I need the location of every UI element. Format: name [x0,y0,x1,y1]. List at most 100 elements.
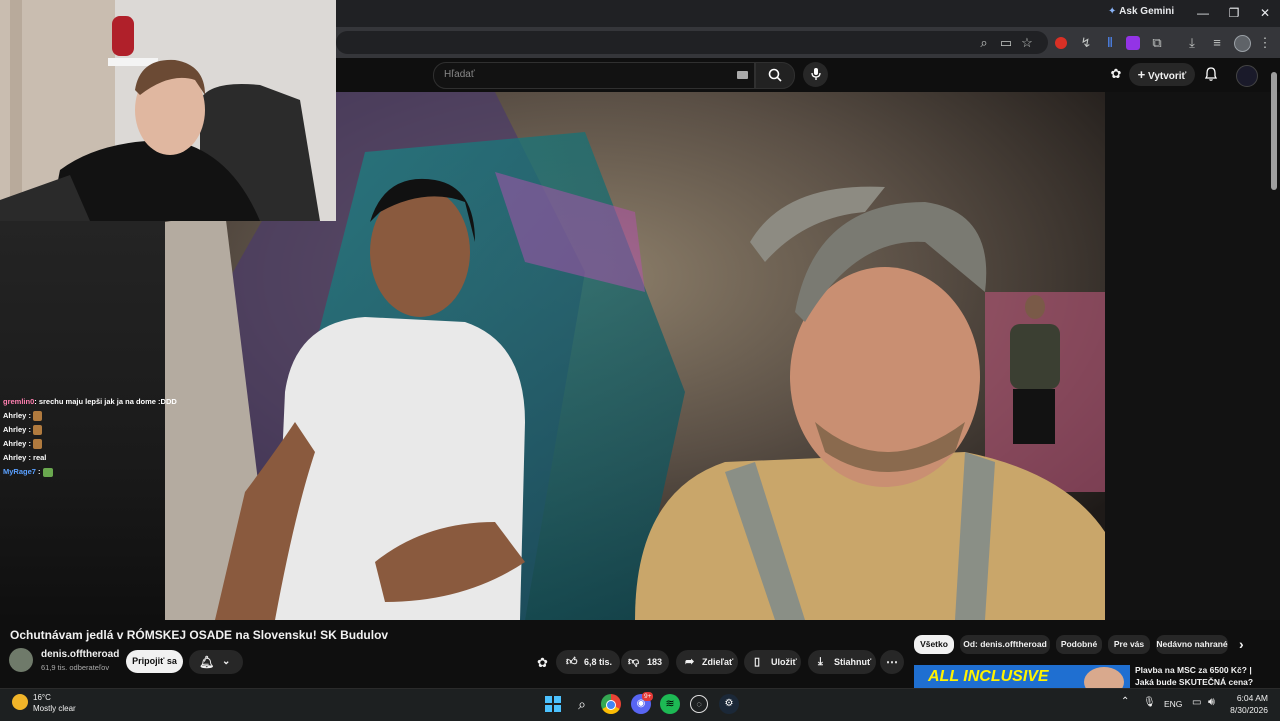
more-menu-icon[interactable]: ⋮ [1256,34,1274,52]
video-title: Ochutnávam jedlá v RÓMSKEJ OSADE na Slov… [10,628,389,642]
chat-text: : [38,467,41,476]
volume-icon[interactable]: 🔊︎ [1208,696,1215,709]
close-button[interactable]: ✕ [1252,4,1278,22]
plus-icon: + [1137,67,1146,82]
chip-for-you[interactable]: Pre vás [1108,635,1150,654]
network-icon[interactable]: ▭ [1192,697,1201,708]
save-button[interactable]: ▯ Uložiť [744,650,801,674]
voice-search-button[interactable] [803,62,828,87]
more-actions-button[interactable]: ⋯ [880,650,904,674]
subscriber-count: 61,9 tis. odberateľov [41,663,110,672]
chat-text: : [28,411,31,420]
chat-message: Ahrley : [3,411,43,422]
chat-username: Ahrley [3,425,27,434]
search-placeholder: Hľadať [444,69,475,80]
like-button[interactable]: 👍︎ 6,8 tis. [556,650,620,674]
chrome-icon[interactable] [601,694,621,714]
more-horizontal-icon: ⋯ [886,655,898,669]
download-button[interactable]: ⤓ Stiahnuť [808,650,876,674]
share-button[interactable]: ➦ Zdieľať [676,650,738,674]
minimize-button[interactable]: — [1190,4,1216,22]
extension-icon[interactable] [1055,37,1067,49]
chip-related[interactable]: Podobné [1056,635,1102,654]
thumbs-down-icon: 👎︎ [628,656,640,668]
chat-text: : [28,425,31,434]
search-button[interactable] [755,62,795,89]
thumbnail-face [1084,667,1124,688]
zoom-icon[interactable]: ⌕ [975,34,993,52]
profile-avatar[interactable] [1234,35,1251,52]
bookmark-star-icon[interactable]: ☆ [1018,34,1036,52]
chat-username: gremlin0 [3,397,35,406]
extension-icon[interactable]: ⦀ [1101,34,1119,52]
emote-icon [33,425,43,436]
microphone-icon[interactable]: 🎙︎ [1143,697,1156,708]
keyboard-icon[interactable] [737,71,748,79]
sidebar-empty-area [1105,92,1280,620]
bell-icon: 🔔︎ [199,655,215,669]
notification-badge: 9+ [642,692,654,701]
emote-icon [33,411,43,422]
download-icon: ⤓ [818,656,823,668]
chat-message: Ahrley : [3,425,43,436]
extension-icon[interactable]: ↯ [1077,34,1095,52]
studio-icon[interactable]: ✿ [1108,66,1124,82]
chip-recently-uploaded[interactable]: Nedávno nahrané [1156,635,1228,654]
weather-condition: Mostly clear [33,704,76,713]
channel-avatar[interactable] [9,648,33,672]
ask-gemini-button[interactable]: ✦ Ask Gemini [1108,6,1174,21]
clock-date[interactable]: 8/30/2026 [1220,705,1268,715]
chip-from-channel[interactable]: Od: denis.offtheroad [960,635,1050,654]
chat-message: gremlin0: srechu maju lepši jak ja na do… [3,397,177,406]
chat-message: Ahrley : real [3,453,46,462]
page-scrollbar[interactable] [1271,72,1277,190]
app-icon[interactable]: ◌ [690,695,708,713]
clock-time[interactable]: 6:04 AM [1226,693,1268,703]
share-icon: ➦ [685,656,695,668]
language-indicator[interactable]: ENG [1164,699,1182,709]
bookmark-icon: ▯ [754,656,761,668]
chat-text: : real [28,453,47,462]
spotify-icon[interactable]: ≋ [660,694,680,714]
maximize-button[interactable]: ❐ [1221,4,1247,22]
windows-start-icon[interactable] [543,694,563,714]
chevron-down-icon: ⌄ [222,656,231,667]
emote-icon [42,467,53,477]
recommended-title[interactable]: Plavba na MSC za 6500 Kč? | Jaká bude SK… [1135,665,1255,688]
thumbs-up-icon: 👍︎ [566,656,578,668]
tray-chevron-up-icon[interactable]: ⌃ [1121,696,1129,707]
weather-icon[interactable] [12,694,28,710]
extensions-puzzle-icon[interactable]: ⧉ [1148,34,1166,52]
dislike-button[interactable]: 👎︎ 183 [621,650,669,674]
webcam-frame [0,0,336,221]
chat-text: : [28,439,31,448]
search-input[interactable]: Hľadať [433,62,755,89]
channel-name[interactable]: denis.offtheroad [41,649,119,660]
address-bar[interactable] [336,31,1048,54]
reading-list-icon[interactable]: ≡ [1208,34,1226,52]
recommended-thumbnail[interactable]: ALL INCLUSIVE [914,665,1130,688]
emote-icon [33,439,43,450]
steam-icon[interactable]: ⚙ [719,694,739,714]
thumbnail-text: ALL INCLUSIVE [928,668,1049,685]
chat-username: MyRage7 [3,467,36,476]
chip-all[interactable]: Všetko [914,635,954,654]
chat-username: Ahrley [3,453,27,462]
weather-temp: 16°C [33,693,51,702]
join-button[interactable]: Pripojiť sa [126,650,183,673]
search-icon[interactable]: ⌕ [572,694,592,714]
chat-message: MyRage7 : [3,467,53,477]
subscribe-notifications-button[interactable]: 🔔︎ ⌄ [189,650,243,674]
gemini-icon: ✦ [1108,6,1117,17]
chevron-right-icon[interactable]: › [1239,636,1244,652]
account-avatar[interactable] [1236,65,1258,87]
notifications-bell-icon[interactable] [1203,66,1219,82]
create-button[interactable]: + Vytvoriť [1129,63,1195,86]
studio-icon[interactable]: ✿ [537,655,548,671]
chat-username: Ahrley [3,439,27,448]
extension-icon[interactable] [1126,36,1140,50]
download-icon[interactable]: ⤓ [1183,34,1201,52]
webcam-overlay [0,0,336,221]
cast-icon[interactable]: ▭ [997,34,1015,52]
chat-username: Ahrley [3,411,27,420]
